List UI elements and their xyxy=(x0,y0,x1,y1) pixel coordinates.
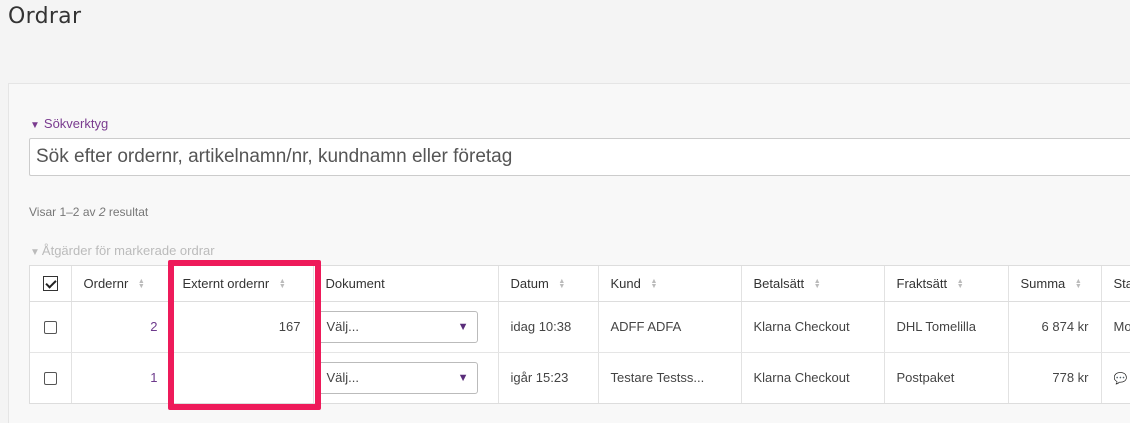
document-select-value: Välj... xyxy=(326,369,360,385)
column-label: Externt ordernr xyxy=(182,275,270,291)
column-header-document: Dokument xyxy=(313,266,499,302)
column-header-payment[interactable]: Betalsätt ▲ ▼ xyxy=(741,266,885,302)
sort-icon: ▲ ▼ xyxy=(650,278,658,291)
column-label: Summa xyxy=(1020,275,1066,291)
sum-cell: 6 874 kr xyxy=(1008,301,1102,353)
sort-icon: ▲ ▼ xyxy=(1074,278,1082,291)
search-input[interactable] xyxy=(29,138,1130,176)
status-cell[interactable]: 💬 xyxy=(1101,352,1130,403)
sort-icon: ▲ ▼ xyxy=(137,278,145,291)
ordernr-link[interactable]: 2 xyxy=(150,319,157,334)
triangle-down-icon: ▼ xyxy=(30,247,40,258)
column-header-customer[interactable]: Kund ▲ ▼ xyxy=(598,266,742,302)
select-all-checkbox[interactable] xyxy=(42,276,58,292)
row-select-cell[interactable] xyxy=(30,352,72,403)
row-select-cell[interactable] xyxy=(30,301,72,353)
ordernr-link[interactable]: 1 xyxy=(150,370,157,385)
column-header-shipping[interactable]: Fraktsätt ▲ ▼ xyxy=(884,266,1009,302)
select-all-header[interactable] xyxy=(30,266,72,302)
column-header-ordernr[interactable]: Ordernr ▲ ▼ xyxy=(71,266,171,302)
results-info: Visar 1–2 av 2 resultat xyxy=(29,205,148,219)
column-header-sum[interactable]: Summa ▲ ▼ xyxy=(1008,266,1102,302)
row-checkbox[interactable] xyxy=(43,372,57,386)
chevron-down-icon: ▼ xyxy=(457,320,469,333)
ordernr-cell[interactable]: 1 xyxy=(71,352,171,403)
column-label: Betalsätt xyxy=(753,275,805,291)
comment-icon[interactable]: 💬 xyxy=(1114,373,1128,385)
page-title: Ordrar xyxy=(8,4,82,29)
column-header-date[interactable]: Datum ▲ ▼ xyxy=(498,266,599,302)
column-label: Dokument xyxy=(325,275,385,291)
date-cell: igår 15:23 xyxy=(498,352,599,403)
payment-cell: Klarna Checkout xyxy=(741,352,885,403)
document-cell: Välj... ▼ xyxy=(313,352,499,403)
sort-icon: ▲ ▼ xyxy=(558,278,566,291)
customer-cell: ADFF ADFA xyxy=(598,301,742,353)
chevron-down-icon: ▼ xyxy=(457,371,469,384)
ordernr-cell[interactable]: 2 xyxy=(71,301,171,353)
customer-cell: Testare Testss... xyxy=(598,352,742,403)
column-header-status[interactable]: Sta xyxy=(1101,266,1130,302)
bulk-actions-label: Åtgärder för markerade ordrar xyxy=(41,243,215,258)
status-cell: Mo xyxy=(1101,301,1130,353)
column-label: Sta xyxy=(1113,275,1130,291)
table-header-row: Ordernr ▲ ▼ Externt ordernr ▲ ▼ Dokument D… xyxy=(30,266,1130,302)
results-suffix: resultat xyxy=(108,205,149,219)
triangle-down-icon: ▼ xyxy=(30,120,40,131)
document-select[interactable]: Välj... ▼ xyxy=(317,310,478,343)
column-label: Ordernr xyxy=(83,275,129,291)
date-cell: idag 10:38 xyxy=(498,301,599,353)
sort-icon: ▲ ▼ xyxy=(813,278,821,291)
results-prefix: Visar 1–2 av xyxy=(29,205,96,219)
table-row[interactable]: 2 167 Välj... ▼ idag 10:38 ADFF ADFA Kla… xyxy=(30,301,1130,353)
sum-cell: 778 kr xyxy=(1008,352,1102,403)
column-label: Datum xyxy=(510,275,549,291)
column-label: Kund xyxy=(610,275,641,291)
table-row[interactable]: 1 Välj... ▼ igår 15:23 Testare Testss...… xyxy=(30,352,1130,403)
search-tools-label: Sökverktyg xyxy=(43,116,109,131)
row-checkbox[interactable] xyxy=(43,321,57,335)
search-tools-toggle[interactable]: ▼ Sökverktyg xyxy=(30,116,108,131)
document-cell: Välj... ▼ xyxy=(313,301,499,353)
payment-cell: Klarna Checkout xyxy=(741,301,885,353)
bulk-actions-toggle[interactable]: ▼ Åtgärder för markerade ordrar xyxy=(30,243,215,258)
document-select-value: Välj... xyxy=(326,318,360,334)
orders-table: Ordernr ▲ ▼ Externt ordernr ▲ ▼ Dokument D… xyxy=(29,265,1130,404)
sort-icon: ▲ ▼ xyxy=(278,278,286,291)
shipping-cell: DHL Tomelilla xyxy=(884,301,1009,353)
results-total: 2 xyxy=(98,205,106,219)
column-header-external-ordernr[interactable]: Externt ordernr ▲ ▼ xyxy=(170,266,314,302)
document-select[interactable]: Välj... ▼ xyxy=(317,361,478,394)
sort-icon: ▲ ▼ xyxy=(956,278,964,291)
shipping-cell: Postpaket xyxy=(884,352,1009,403)
column-label: Fraktsätt xyxy=(896,275,948,291)
external-ordernr-cell xyxy=(170,352,314,403)
external-ordernr-cell: 167 xyxy=(170,301,314,353)
